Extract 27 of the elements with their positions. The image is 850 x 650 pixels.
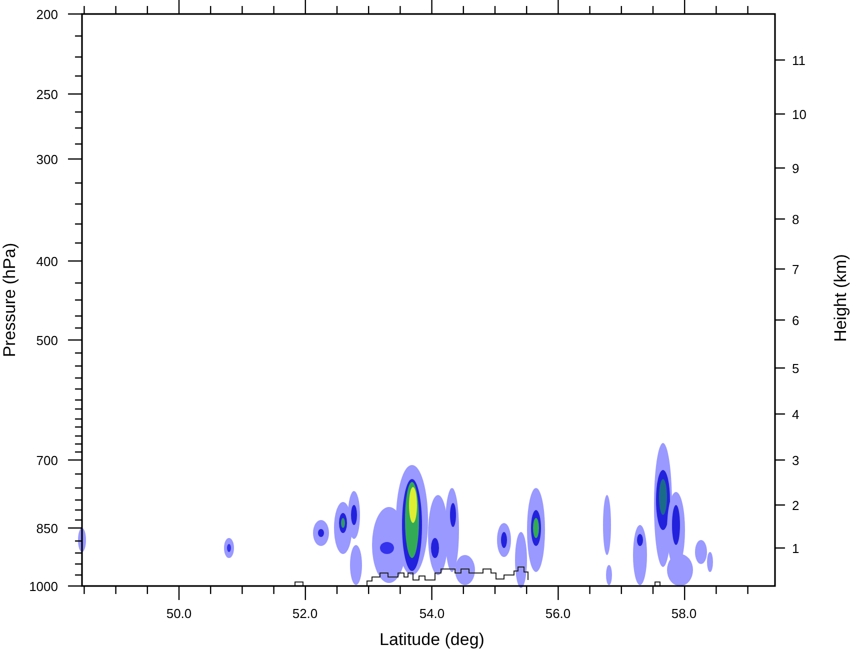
tick-label: 200 [36,7,58,22]
tick-label: 56.0 [545,606,571,621]
tick-label: 1000 [29,579,58,594]
tick-label: 7 [792,262,800,277]
axis-title: Latitude (deg) [380,630,484,649]
tick-label: 8 [792,212,800,227]
tick-label: 50.0 [166,606,192,621]
tick-label: 54.0 [419,606,445,621]
tick-label: 400 [36,254,58,269]
tick-label: 250 [36,87,58,102]
tick-label: 52.0 [292,606,318,621]
axis-title: Height (km) [831,254,850,342]
tick-label: 6 [792,313,800,328]
tick-label: 10 [792,107,806,122]
tick-label: 300 [36,152,58,167]
tick-label: 3 [792,453,800,468]
tick-label: 58.0 [671,606,697,621]
tick-label: 700 [36,453,58,468]
axis-title: Pressure (hPa) [0,242,19,358]
tick-label: 850 [36,521,58,536]
tick-label: 500 [36,333,58,348]
tick-label: 11 [792,53,806,68]
tick-label: 5 [792,361,800,376]
tick-label: 4 [792,407,800,422]
tick-label: 9 [792,161,800,176]
tick-label: 1 [792,541,800,556]
tick-label: 2 [792,498,800,513]
